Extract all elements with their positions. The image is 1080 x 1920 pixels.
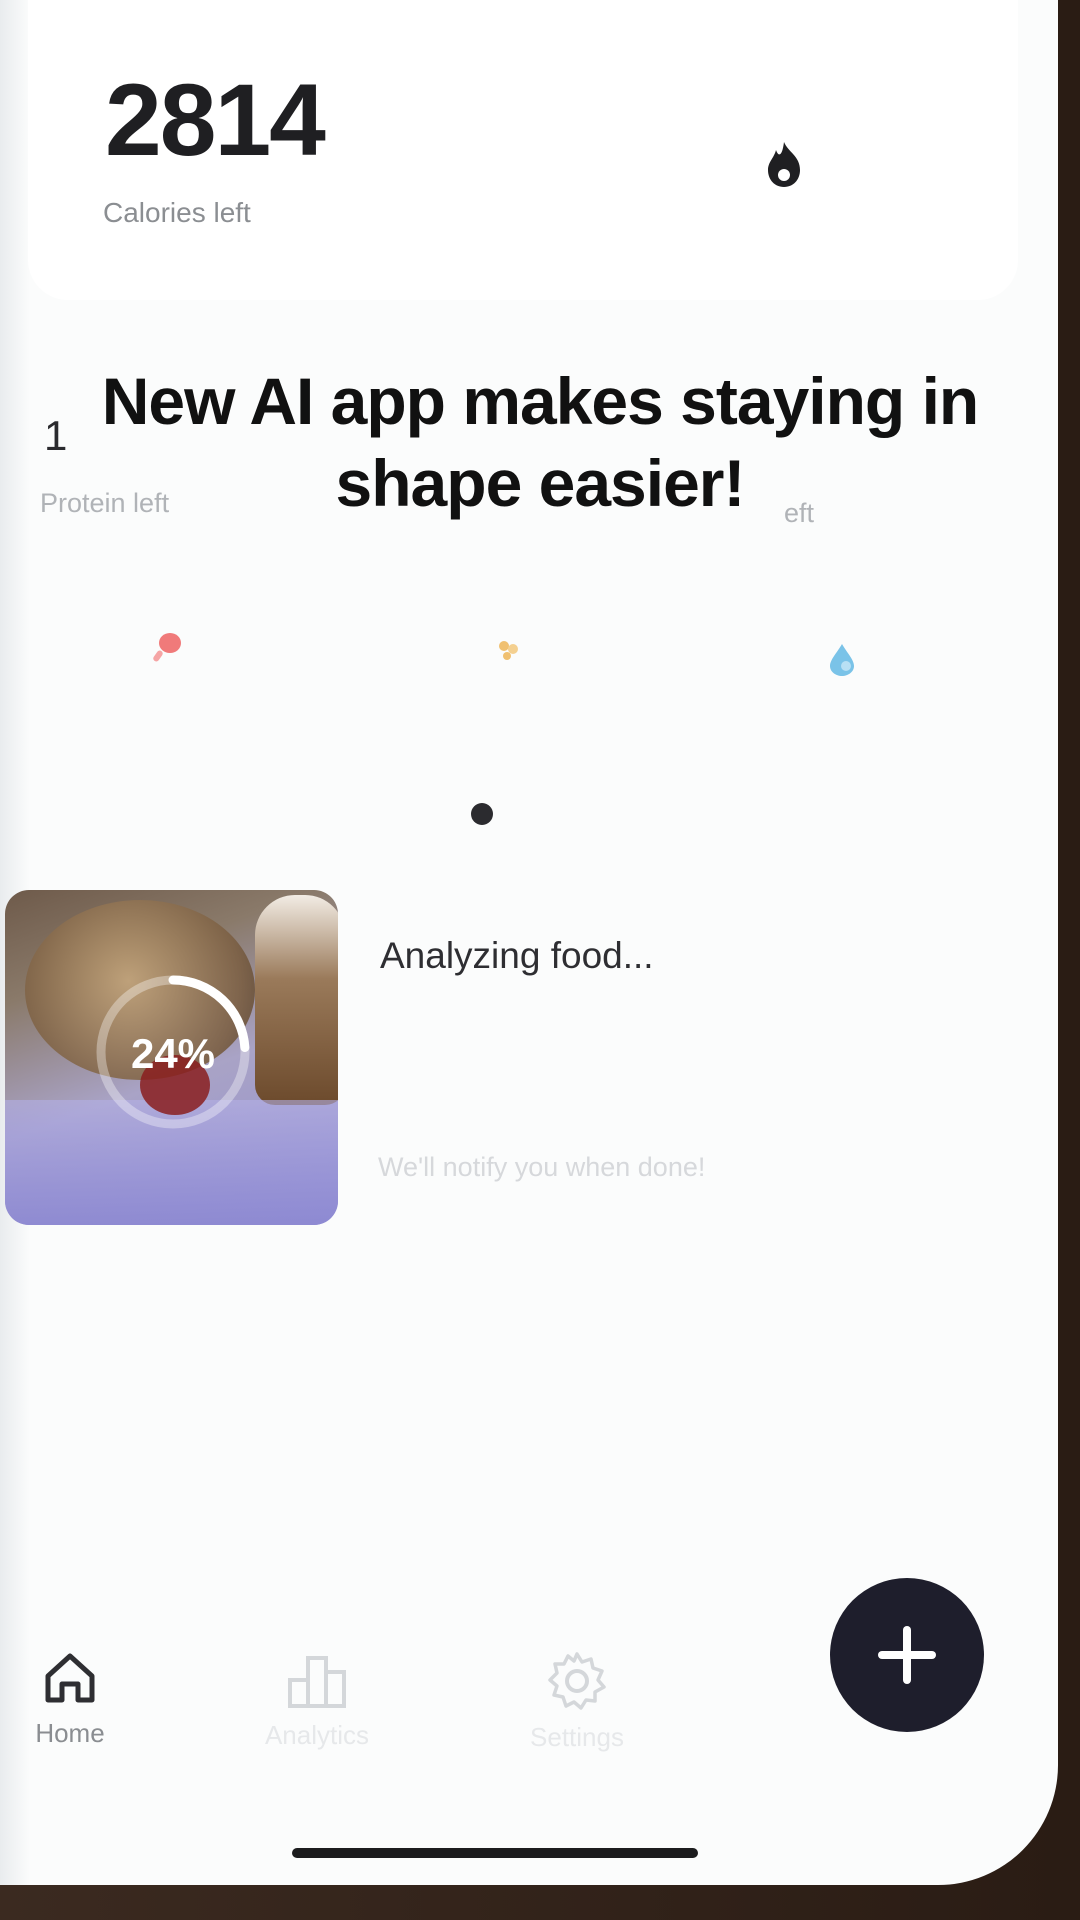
- nav-analytics[interactable]: Analytics: [252, 1652, 382, 1751]
- page-indicator-dot: [471, 803, 493, 825]
- analytics-icon: [288, 1656, 346, 1708]
- flame-icon: [768, 142, 800, 187]
- nav-analytics-label: Analytics: [264, 1720, 370, 1750]
- add-food-button[interactable]: [830, 1578, 984, 1732]
- home-icon: [45, 1653, 95, 1703]
- gear-icon: [548, 1652, 606, 1710]
- nav-settings[interactable]: Settings: [512, 1650, 642, 1753]
- home-indicator: [292, 1848, 698, 1858]
- calories-left-label: Calories left: [103, 197, 251, 228]
- analysis-status-subtitle: We'll notify you when done!: [378, 1152, 706, 1182]
- drumstick-icon: [153, 633, 181, 662]
- plus-icon: [878, 1626, 936, 1684]
- video-caption: New AI app makes staying in shape easier…: [101, 364, 980, 520]
- wheat-icon: [499, 641, 518, 660]
- nav-home-label: Home: [35, 1718, 105, 1748]
- analysis-status-title: Analyzing food...: [380, 935, 654, 976]
- calories-left-value: 2814: [105, 63, 326, 177]
- nav-home[interactable]: Home: [22, 1648, 118, 1749]
- app-screen: 2814 Calories left 1 Protein left eft 24…: [0, 0, 1058, 1885]
- droplet-icon: [830, 644, 854, 676]
- nav-settings-label: Settings: [530, 1722, 624, 1752]
- analysis-progress-percent: 24%: [130, 1030, 216, 1077]
